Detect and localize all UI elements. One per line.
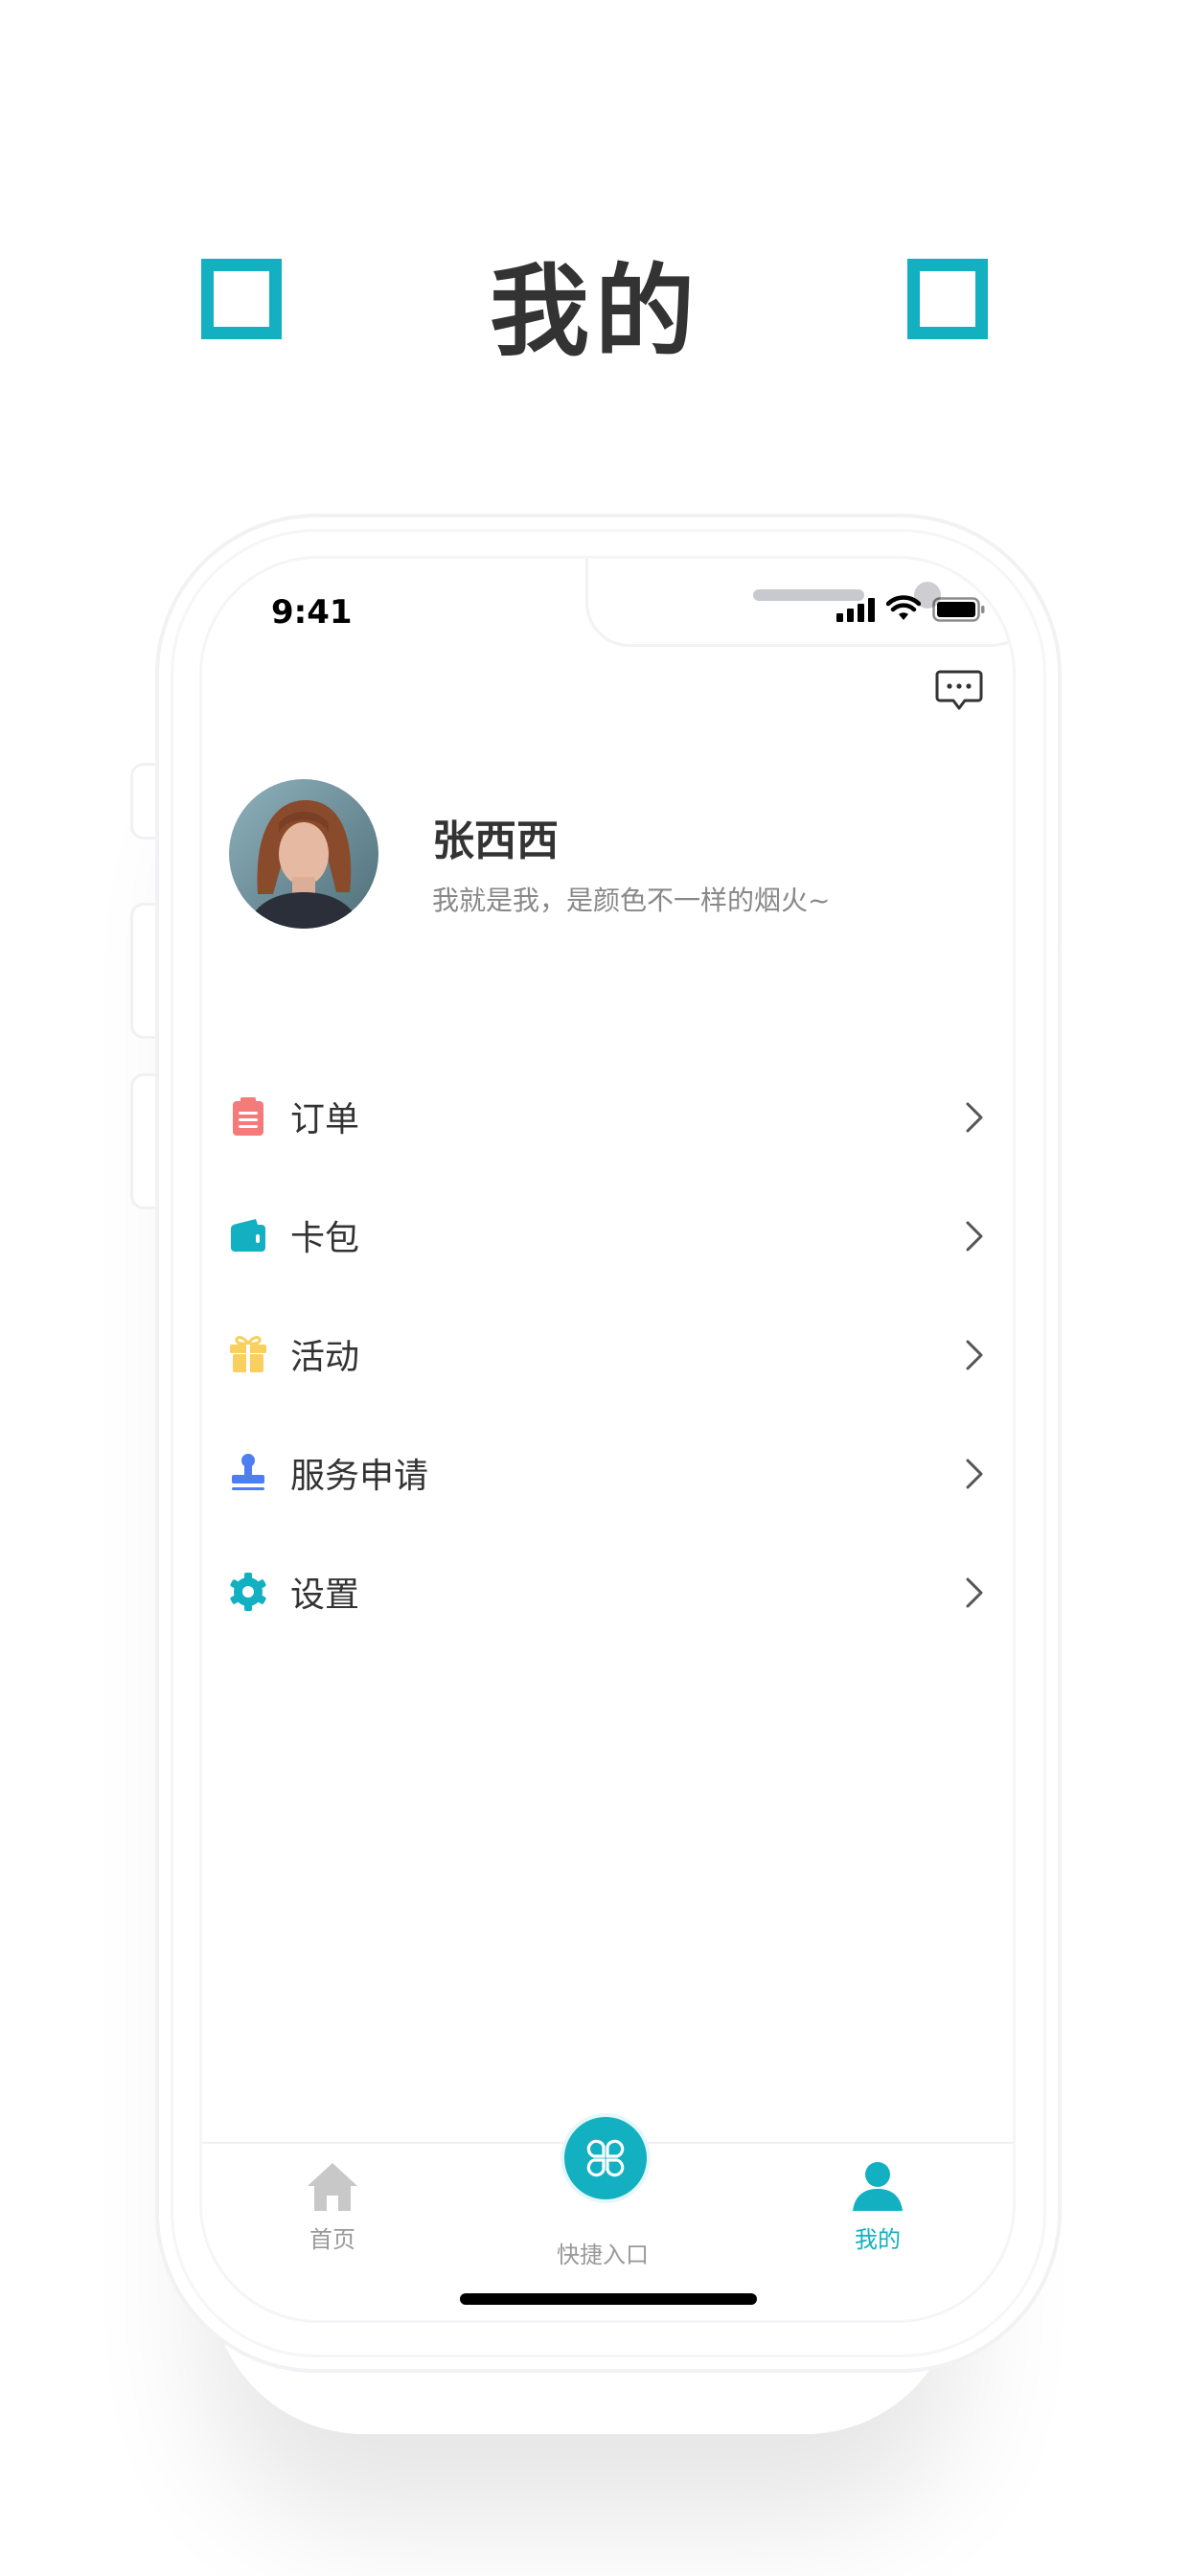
page-title: 我的 — [489, 253, 700, 370]
tab-mine[interactable]: 我的 — [782, 2144, 973, 2254]
menu-item-card-wallet[interactable]: 卡包 — [202, 1176, 1013, 1295]
menu-item-label: 订单 — [290, 1100, 360, 1139]
menu-item-service-request[interactable]: 服务申请 — [202, 1414, 1013, 1532]
tab-label: 我的 — [855, 2226, 901, 2253]
menu-item-label: 设置 — [290, 1576, 360, 1615]
clover-icon — [586, 2139, 625, 2177]
cellular-signal-icon — [836, 597, 875, 622]
menu-item-label: 卡包 — [290, 1219, 360, 1258]
avatar-photo — [229, 779, 378, 929]
menu-item-label: 服务申请 — [290, 1457, 429, 1496]
quick-entry-button[interactable] — [561, 2113, 651, 2203]
menu-item-activities[interactable]: 活动 — [202, 1295, 1013, 1414]
gift-icon — [227, 1333, 269, 1375]
home-icon — [308, 2163, 357, 2211]
wallet-icon — [227, 1214, 269, 1256]
message-bubble-icon[interactable] — [934, 666, 984, 716]
battery-icon — [932, 597, 985, 622]
phone-screen: 9:41 张西西 我就是我，是颜色不一样的烟火~ 订单 卡包 活动 服务申请 设… — [199, 556, 1016, 2323]
chevron-right-icon — [966, 1459, 983, 1489]
profile-bio: 我就是我，是颜色不一样的烟火~ — [432, 885, 831, 916]
tab-quick-entry[interactable]: 快捷入口 — [507, 2113, 698, 2269]
tab-label: 快捷入口 — [557, 2242, 649, 2268]
profile-name: 张西西 — [432, 816, 559, 865]
wifi-icon — [886, 595, 921, 620]
menu-item-settings[interactable]: 设置 — [202, 1532, 1013, 1651]
tab-label: 首页 — [309, 2226, 355, 2253]
menu-list: 订单 卡包 活动 服务申请 设置 — [202, 1057, 1013, 1651]
avatar[interactable] — [229, 779, 378, 929]
status-icons — [836, 593, 986, 622]
chevron-right-icon — [966, 1340, 983, 1370]
user-icon — [853, 2162, 903, 2211]
decorative-square-right — [907, 259, 988, 339]
status-time: 9:41 — [271, 593, 353, 632]
chevron-right-icon — [966, 1102, 983, 1133]
menu-item-label: 活动 — [290, 1338, 360, 1377]
stamp-icon — [227, 1452, 269, 1494]
chevron-right-icon — [966, 1221, 983, 1252]
home-indicator[interactable] — [460, 2293, 757, 2305]
gear-icon — [227, 1571, 269, 1613]
clipboard-icon — [227, 1095, 269, 1138]
tab-home[interactable]: 首页 — [237, 2144, 428, 2254]
menu-item-orders[interactable]: 订单 — [202, 1057, 1013, 1176]
chevron-right-icon — [966, 1577, 983, 1608]
